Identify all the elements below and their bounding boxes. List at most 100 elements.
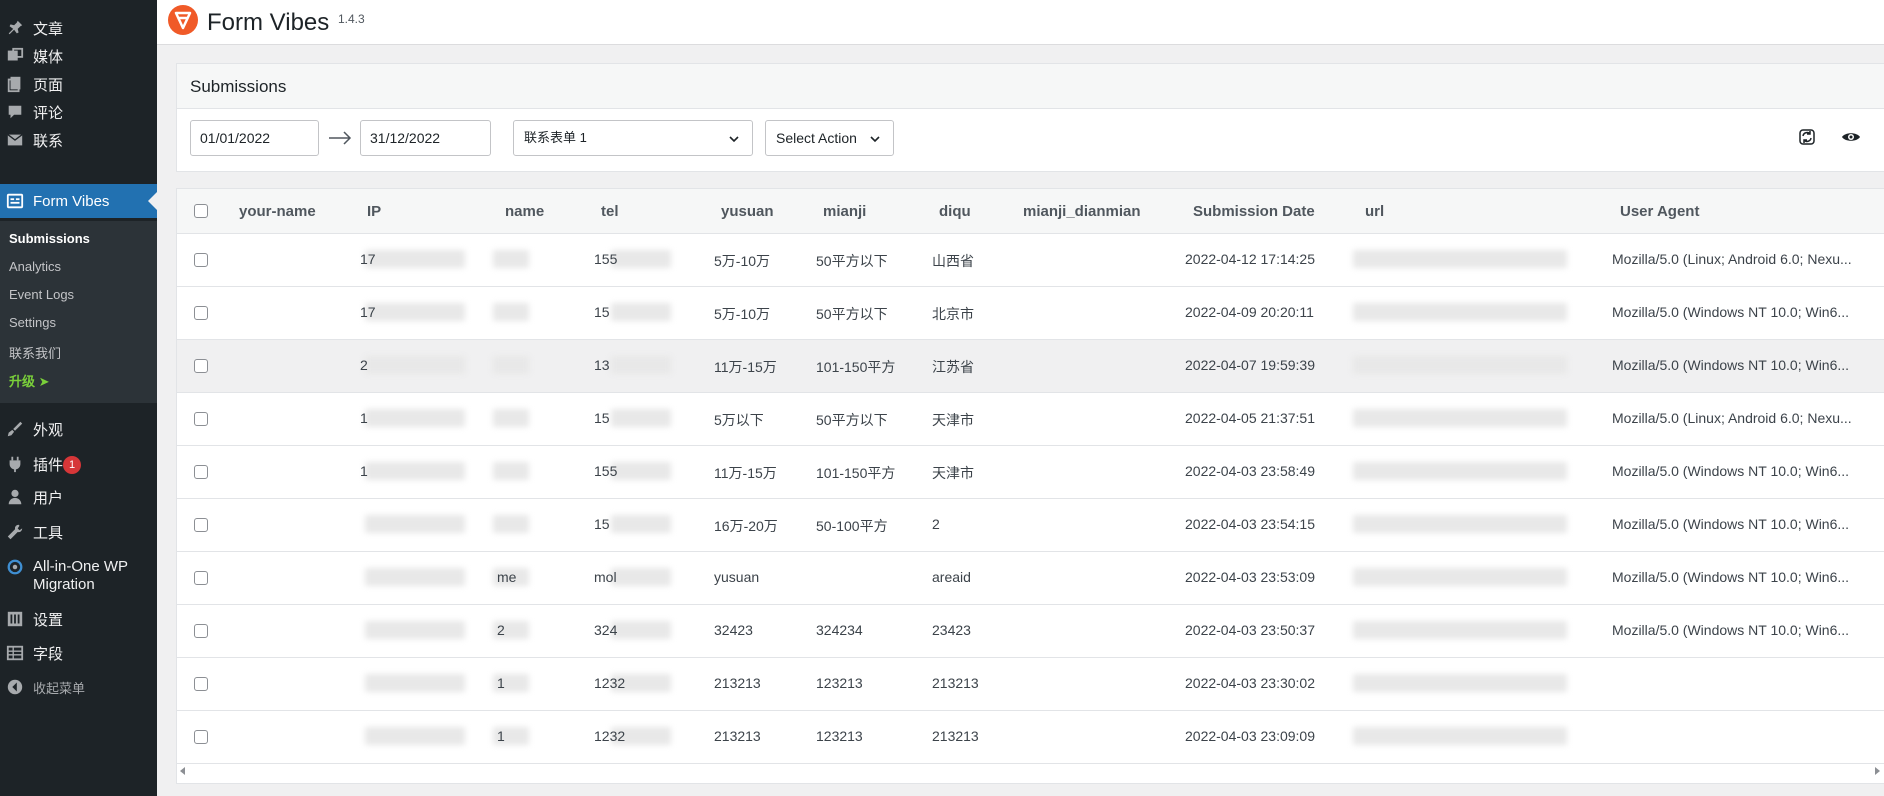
wrench-icon xyxy=(7,524,23,540)
table-row[interactable]: 1 1232 213213 123213 213213 2022-04-03 23:30:… xyxy=(177,658,1884,711)
sidebar-item-tools[interactable]: 工具 xyxy=(0,518,157,546)
table-row[interactable]: 1 155 11万-15万 101-150平方 天津市 2022-04-03 23:58:… xyxy=(177,446,1884,499)
redacted-cell xyxy=(611,568,671,586)
row-checkbox[interactable] xyxy=(194,624,208,638)
mail-icon xyxy=(7,134,23,146)
cell-date: 2022-04-07 19:59:39 xyxy=(1185,357,1315,373)
cell-tel: 15 xyxy=(594,516,610,532)
table-row[interactable]: 2 13 11万-15万 101-150平方 江苏省 2022-04-07 19:59:3… xyxy=(177,340,1884,393)
collapse-menu-button[interactable]: 收起菜单 xyxy=(0,673,157,701)
table-row[interactable]: 1 15 5万以下 50平方以下 天津市 2022-04-05 21:37:51 Mozil… xyxy=(177,393,1884,446)
sidebar-item-media[interactable]: 媒体 xyxy=(0,42,157,70)
redacted-cell xyxy=(611,250,671,268)
redacted-cell xyxy=(1353,515,1567,533)
sidebar-item-contact[interactable]: 联系 xyxy=(0,126,157,154)
column-header[interactable]: User Agent xyxy=(1620,203,1699,220)
sidebar-item-plugins[interactable]: 插件 1 xyxy=(0,450,157,478)
cell-tel: 155 xyxy=(594,463,618,479)
cell-mianji: 50-100平方 xyxy=(816,518,888,534)
column-header[interactable]: your-name xyxy=(239,203,316,220)
column-header[interactable]: name xyxy=(505,203,544,220)
redacted-cell xyxy=(1353,462,1567,480)
table-row[interactable]: 17 15 5万-10万 50平方以下 北京市 2022-04-09 20:20:11 Mo… xyxy=(177,287,1884,340)
column-header[interactable]: IP xyxy=(367,203,381,220)
sidebar-item-label: 媒体 xyxy=(33,48,64,66)
row-checkbox[interactable] xyxy=(194,571,208,585)
eye-icon[interactable] xyxy=(1841,127,1861,147)
row-checkbox[interactable] xyxy=(194,412,208,426)
redacted-cell xyxy=(365,303,465,321)
column-header[interactable]: mianji_dianmian xyxy=(1023,203,1141,220)
column-header[interactable]: diqu xyxy=(939,203,971,220)
cell-ip: 1 xyxy=(360,410,368,426)
column-header[interactable]: Submission Date xyxy=(1193,203,1315,220)
sidebar-item-label: 评论 xyxy=(33,104,64,122)
redacted-cell xyxy=(1353,356,1567,374)
sidebar-item-all-in-one-migration[interactable]: All-in-One WP Migration xyxy=(0,556,157,596)
row-checkbox[interactable] xyxy=(194,465,208,479)
action-select[interactable]: Select Action xyxy=(765,120,894,156)
cell-tel: 15 xyxy=(594,410,610,426)
column-header[interactable]: tel xyxy=(601,203,619,220)
cell-yusuan: 5万以下 xyxy=(714,412,764,428)
comment-icon xyxy=(8,105,22,119)
form-select[interactable]: 联系表单 1 xyxy=(513,120,753,156)
submenu-settings[interactable]: Settings xyxy=(9,315,56,330)
column-header[interactable]: yusuan xyxy=(721,203,774,220)
sidebar-item-form-vibes[interactable]: Form Vibes xyxy=(0,184,157,218)
table-row[interactable]: 1 1232 213213 123213 213213 2022-04-03 23:09:… xyxy=(177,711,1884,764)
sidebar-item-appearance[interactable]: 外观 xyxy=(0,415,157,443)
scroll-right-icon[interactable] xyxy=(1873,766,1881,776)
sidebar-item-posts[interactable]: 文章 xyxy=(0,14,157,42)
cell-date: 2022-04-03 23:30:02 xyxy=(1185,675,1315,691)
submenu-analytics[interactable]: Analytics xyxy=(9,259,61,274)
row-checkbox[interactable] xyxy=(194,253,208,267)
table-row[interactable]: me mol yusuan areaid 2022-04-03 23:53:09 Mozi… xyxy=(177,552,1884,605)
plugin-header: Form Vibes 1.4.3 xyxy=(157,0,1884,45)
cell-yusuan: 5万-10万 xyxy=(714,253,771,269)
submenu-event-logs[interactable]: Event Logs xyxy=(9,287,74,302)
horizontal-scrollbar[interactable] xyxy=(176,762,1884,780)
refresh-icon[interactable] xyxy=(1797,127,1817,147)
sidebar-item-label: 外观 xyxy=(33,421,64,439)
row-checkbox[interactable] xyxy=(194,518,208,532)
arrow-right-icon xyxy=(329,131,352,145)
column-header[interactable]: mianji xyxy=(823,203,866,220)
sidebar-item-users[interactable]: 用户 xyxy=(0,483,157,511)
cell-diqu: 山西省 xyxy=(932,253,974,269)
select-all-checkbox[interactable] xyxy=(194,204,208,218)
cell-ua: Mozilla/5.0 (Windows NT 10.0; Win6... xyxy=(1612,357,1850,373)
submenu-upgrade[interactable]: 升级 ➤ xyxy=(9,371,50,390)
redacted-cell xyxy=(1353,250,1567,268)
date-to-input[interactable]: 31/12/2022 xyxy=(360,120,491,156)
date-from-input[interactable]: 01/01/2022 xyxy=(190,120,319,156)
cell-name: me xyxy=(497,569,517,585)
table-row[interactable]: 2 324 32423 324234 23423 2022-04-03 23:50:37 M… xyxy=(177,605,1884,658)
cell-ip: 17 xyxy=(360,251,376,267)
cell-name: 1 xyxy=(497,728,505,744)
sidebar-item-fields[interactable]: 字段 xyxy=(0,639,157,667)
cell-diqu: 2 xyxy=(932,516,940,532)
table-header: your-name IP name tel yusuan mianji diqu… xyxy=(177,189,1884,234)
row-checkbox[interactable] xyxy=(194,306,208,320)
form-icon xyxy=(6,193,24,209)
table-row[interactable]: 17 155 5万-10万 50平方以下 山西省 2022-04-12 17:14:25 M… xyxy=(177,234,1884,287)
table-row[interactable]: 15 16万-20万 50-100平方 2 2022-04-03 23:54:15 Moz… xyxy=(177,499,1884,552)
row-checkbox[interactable] xyxy=(194,359,208,373)
scroll-left-icon[interactable] xyxy=(179,766,187,776)
admin-sidebar: 文章 媒体 页面 评论 联系 Form Vibes Submissions An… xyxy=(0,0,157,796)
row-checkbox[interactable] xyxy=(194,677,208,691)
sidebar-item-settings[interactable]: 设置 xyxy=(0,605,157,633)
redacted-cell xyxy=(365,462,465,480)
row-checkbox[interactable] xyxy=(194,730,208,744)
action-select-value: Select Action xyxy=(776,130,857,146)
cell-yusuan: 32423 xyxy=(714,622,753,638)
sidebar-item-pages[interactable]: 页面 xyxy=(0,70,157,98)
sidebar-item-comments[interactable]: 评论 xyxy=(0,98,157,126)
redacted-cell xyxy=(493,356,529,374)
submenu-contact-us[interactable]: 联系我们 xyxy=(9,343,61,362)
submenu-submissions[interactable]: Submissions xyxy=(9,231,90,246)
sidebar-item-label: Form Vibes xyxy=(33,192,110,210)
redacted-cell xyxy=(611,303,671,321)
column-header[interactable]: url xyxy=(1365,203,1384,220)
